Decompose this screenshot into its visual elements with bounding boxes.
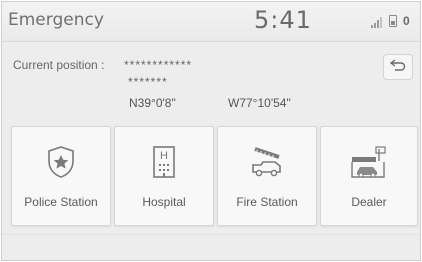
tile-label: Police Station: [24, 195, 98, 209]
back-arrow-icon: [389, 58, 406, 76]
screen-title: Emergency: [8, 10, 104, 30]
battery-icon: [389, 15, 397, 27]
address-line-2: *******: [128, 75, 168, 89]
divider: [2, 234, 420, 235]
status-count: 0: [403, 14, 410, 28]
svg-text:H: H: [160, 150, 168, 162]
status-icons: 0: [371, 14, 410, 28]
car-dealer-icon: [321, 145, 417, 179]
hospital-button[interactable]: H Hospital: [114, 126, 214, 226]
destination-tiles: Police Station H Hospital Fire Station D…: [11, 126, 418, 226]
back-button[interactable]: [383, 54, 413, 80]
fire-station-button[interactable]: Fire Station: [217, 126, 317, 226]
tile-label: Fire Station: [236, 195, 298, 209]
signal-icon: [371, 15, 383, 28]
hospital-icon: H: [115, 145, 213, 179]
current-position-label: Current position :: [13, 58, 105, 72]
header-bar: Emergency 5:41 0: [2, 2, 420, 42]
longitude: W77°10'54": [228, 96, 291, 110]
clock: 5:41: [254, 6, 312, 34]
address-line-1: ************: [124, 58, 193, 72]
tile-label: Hospital: [142, 195, 186, 209]
emergency-screen: Emergency 5:41 0 Current position : ****…: [1, 1, 421, 261]
latitude: N39°0'8": [129, 96, 176, 110]
fire-truck-icon: [218, 145, 316, 179]
tile-label: Dealer: [351, 195, 387, 209]
dealer-button[interactable]: Dealer: [320, 126, 418, 226]
police-station-button[interactable]: Police Station: [11, 126, 111, 226]
police-badge-icon: [12, 145, 110, 179]
